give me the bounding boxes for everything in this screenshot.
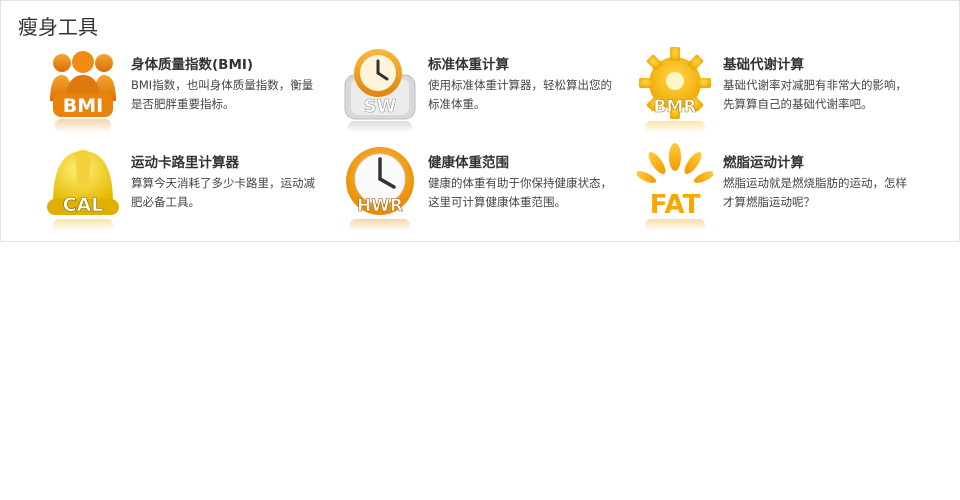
tool-name: 健康体重范围 bbox=[428, 155, 509, 171]
tool-bmi[interactable]: BMI 身体质量指数(BMI) BMI指数，也叫身体质量指数，衡量是否肥胖重要指… bbox=[45, 45, 335, 137]
tool-standard-weight[interactable]: SW 标准体重计算 使用标准体重计算器，轻松算出您的标准体重。 bbox=[342, 45, 632, 137]
tool-desc: 健康的体重有助于你保持健康状态，这里可计算健康体重范围。 bbox=[428, 176, 612, 209]
tool-name: 基础代谢计算 bbox=[723, 57, 804, 73]
tool-name: 身体质量指数(BMI) bbox=[131, 57, 254, 73]
tool-desc: 使用标准体重计算器，轻松算出您的标准体重。 bbox=[428, 78, 612, 111]
tool-desc: 算算今天消耗了多少卡路里，运动减肥必备工具。 bbox=[131, 176, 315, 209]
tool-name: 标准体重计算 bbox=[428, 57, 509, 73]
slimming-tools-panel: 瘦身工具 BMI 身体质量指数(BMI) BMI指数，也叫身体质量指数，衡量是否… bbox=[0, 0, 960, 242]
bmi-badge: BMI bbox=[63, 95, 103, 117]
gear-icon: BMR bbox=[639, 47, 711, 133]
tool-calorie[interactable]: CAL 运动卡路里计算器 算算今天消耗了多少卡路里，运动减肥必备工具。 bbox=[45, 143, 335, 235]
tool-desc: BMI指数，也叫身体质量指数，衡量是否肥胖重要指标。 bbox=[131, 78, 314, 111]
section-title: 瘦身工具 bbox=[18, 15, 98, 39]
svg-text:HWR: HWR bbox=[357, 196, 403, 216]
tool-fat-burning[interactable]: FAT 燃脂运动计算 燃脂运动就是燃烧脂肪的运动，怎样才算燃脂运动呢？ bbox=[637, 143, 927, 235]
svg-text:BMI: BMI bbox=[63, 95, 103, 117]
svg-text:SW: SW bbox=[364, 96, 397, 117]
tool-healthy-weight-range[interactable]: HWR 健康体重范围 健康的体重有助于你保持健康状态，这里可计算健康体重范围。 bbox=[342, 143, 632, 235]
tool-name: 燃脂运动计算 bbox=[723, 155, 804, 171]
tool-name: 运动卡路里计算器 bbox=[131, 155, 239, 171]
scale-clock-icon: SW bbox=[344, 49, 416, 133]
helmet-icon: CAL bbox=[47, 150, 119, 231]
svg-text:FAT: FAT bbox=[650, 190, 701, 220]
tool-desc: 燃脂运动就是燃烧脂肪的运动，怎样才算燃脂运动呢？ bbox=[723, 176, 907, 209]
tool-bmr[interactable]: BMR 基础代谢计算 基础代谢率对减肥有非常大的影响，先算算自己的基础代谢率吧。 bbox=[637, 45, 927, 137]
svg-text:BMR: BMR bbox=[654, 97, 697, 117]
flame-icon: FAT bbox=[637, 143, 713, 231]
clock-icon: HWR bbox=[346, 147, 414, 231]
svg-text:CAL: CAL bbox=[63, 194, 104, 216]
tool-desc: 基础代谢率对减肥有非常大的影响，先算算自己的基础代谢率吧。 bbox=[723, 78, 907, 111]
